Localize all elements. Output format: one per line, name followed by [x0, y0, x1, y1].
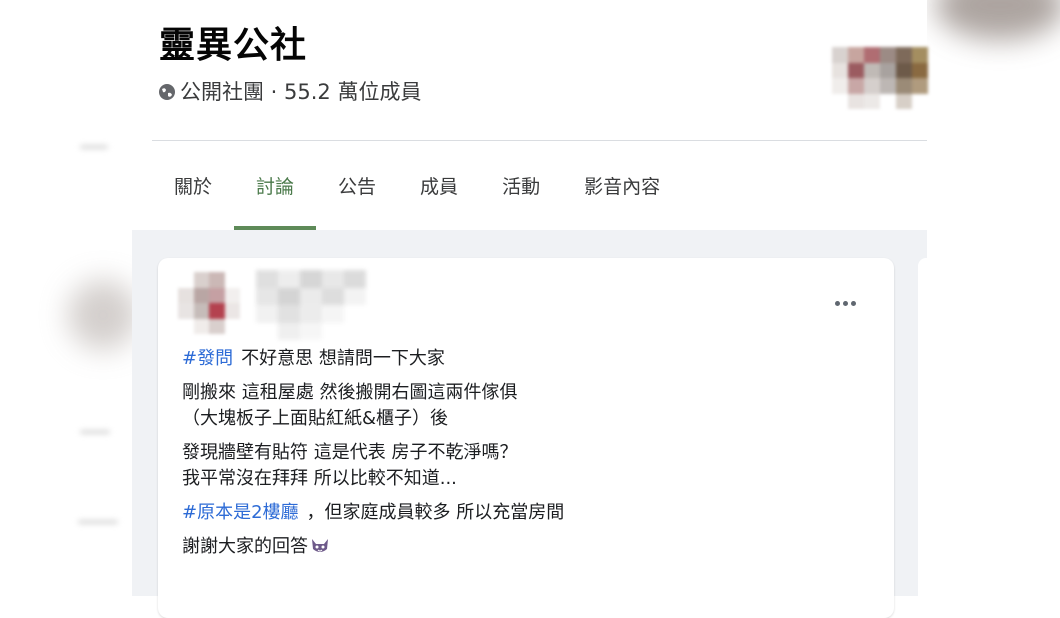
tab-discussion[interactable]: 討論	[234, 141, 317, 230]
blurred-background-shape	[935, 0, 1060, 40]
post-paragraph: 謝謝大家的回答	[182, 534, 862, 560]
group-tabs: 關於 討論 公告 成員 活動 影音內容	[152, 141, 682, 230]
post-line: ，但家庭成員較多 所以充當房間	[306, 502, 565, 523]
post-paragraph: 發現牆壁有貼符 這是代表 房子不乾淨嗎？ 我平常沒在拜拜 所以比較不知道...	[182, 440, 862, 492]
tab-media[interactable]: 影音內容	[562, 141, 682, 230]
hashtag-link[interactable]: #原本是2樓廳	[182, 502, 299, 523]
purple-cat-emoji-icon	[310, 537, 330, 555]
post-paragraph: #發問 不好意思 想請問一下大家	[182, 346, 862, 372]
blurred-background-shape	[80, 145, 108, 149]
group-header: 靈異公社 公開社團 · 55.2 萬位成員 關於 討論 公告 成員 活動 影音內…	[132, 0, 928, 230]
more-options-icon[interactable]	[828, 288, 862, 318]
blurred-background-shape	[78, 520, 118, 524]
group-cover-thumbnail[interactable]	[832, 47, 928, 109]
side-panel-card	[918, 258, 930, 596]
blurred-background-shape	[68, 280, 138, 350]
author-name-blurred[interactable]	[256, 270, 366, 340]
tab-about[interactable]: 關於	[152, 141, 234, 230]
post-line: 發現牆壁有貼符 這是代表 房子不乾淨嗎？	[182, 442, 518, 463]
post-line: 謝謝大家的回答	[182, 536, 308, 557]
globe-icon	[158, 82, 176, 100]
post-line: （大塊板子上面貼紅紙&櫃子）後	[182, 408, 449, 429]
tab-announcements[interactable]: 公告	[316, 141, 398, 230]
avatar[interactable]	[178, 272, 240, 334]
post-card: #發問 不好意思 想請問一下大家 剛搬來 這租屋處 然後搬開右圖這兩件傢俱 （大塊…	[158, 258, 894, 618]
group-meta: 公開社團 · 55.2 萬位成員	[158, 76, 421, 106]
blurred-background-shape	[80, 430, 110, 434]
post-line: 不好意思 想請問一下大家	[241, 348, 445, 369]
post-paragraph: 剛搬來 這租屋處 然後搬開右圖這兩件傢俱 （大塊板子上面貼紅紙&櫃子）後	[182, 380, 862, 432]
group-title: 靈異公社	[159, 25, 308, 66]
post-line: 剛搬來 這租屋處 然後搬開右圖這兩件傢俱	[182, 382, 518, 403]
hashtag-link[interactable]: #發問	[182, 348, 233, 369]
post-paragraph: #原本是2樓廳 ，但家庭成員較多 所以充當房間	[182, 500, 862, 526]
group-meta-text: 公開社團 · 55.2 萬位成員	[180, 80, 422, 104]
post-line: 我平常沒在拜拜 所以比較不知道...	[182, 468, 457, 489]
post-text: #發問 不好意思 想請問一下大家 剛搬來 這租屋處 然後搬開右圖這兩件傢俱 （大塊…	[182, 346, 862, 568]
tab-events[interactable]: 活動	[480, 141, 562, 230]
tab-members[interactable]: 成員	[398, 141, 480, 230]
